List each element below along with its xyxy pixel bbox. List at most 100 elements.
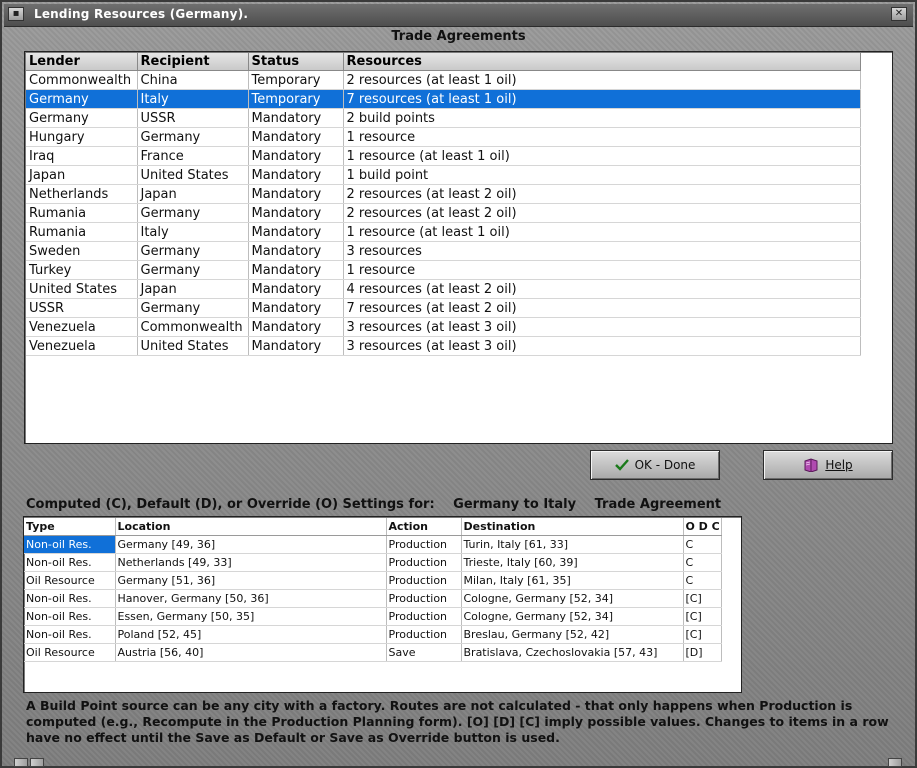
- settings-cell-destination[interactable]: Cologne, Germany [52, 34]: [461, 589, 684, 608]
- trade-row[interactable]: Rumania Italy Mandatory 1 resource (at leas…: [26, 222, 861, 242]
- trade-row[interactable]: Rumania Germany Mandatory 2 resources (at l…: [26, 203, 861, 223]
- settings-cell-type[interactable]: Non-oil Res.: [24, 589, 116, 608]
- settings-cell-action[interactable]: Production: [386, 589, 462, 608]
- trade-cell-lender[interactable]: Japan: [26, 165, 138, 185]
- trade-row[interactable]: Germany Italy Temporary 7 resources (at lea…: [26, 89, 861, 109]
- trade-cell-status[interactable]: Mandatory: [248, 317, 344, 337]
- title-bar[interactable]: ▪ Lending Resources (Germany). ✕: [4, 4, 913, 27]
- trade-cell-status[interactable]: Mandatory: [248, 108, 344, 128]
- column-header-lender[interactable]: Lender: [26, 53, 138, 71]
- settings-cell-type[interactable]: Non-oil Res.: [24, 535, 116, 554]
- settings-cell-location[interactable]: Hanover, Germany [50, 36]: [115, 589, 387, 608]
- trade-cell-lender[interactable]: United States: [26, 279, 138, 299]
- settings-cell-location[interactable]: Poland [52, 45]: [115, 625, 387, 644]
- settings-cell-type[interactable]: Oil Resource: [24, 643, 116, 662]
- column-header-status[interactable]: Status: [248, 53, 344, 71]
- trade-cell-status[interactable]: Mandatory: [248, 165, 344, 185]
- settings-cell-destination[interactable]: Trieste, Italy [60, 39]: [461, 553, 684, 572]
- trade-cell-resources[interactable]: 7 resources (at least 1 oil): [343, 89, 861, 109]
- settings-cell-action[interactable]: Production: [386, 607, 462, 626]
- trade-cell-resources[interactable]: 3 resources: [343, 241, 861, 261]
- trade-cell-lender[interactable]: Germany: [26, 108, 138, 128]
- resize-grip-right[interactable]: [888, 758, 902, 767]
- trade-cell-lender[interactable]: Venezuela: [26, 336, 138, 356]
- settings-cell-location[interactable]: Netherlands [49, 33]: [115, 553, 387, 572]
- trade-row[interactable]: Venezuela United States Mandatory 3 resourc…: [26, 336, 861, 356]
- settings-cell-odc[interactable]: [D]: [683, 643, 722, 662]
- trade-cell-resources[interactable]: 1 resource (at least 1 oil): [343, 146, 861, 166]
- settings-cell-action[interactable]: Production: [386, 571, 462, 590]
- settings-row[interactable]: Non-oil Res. Hanover, Germany [50, 36] Pro…: [24, 589, 722, 608]
- trade-cell-lender[interactable]: Turkey: [26, 260, 138, 280]
- settings-cell-odc[interactable]: [C]: [683, 625, 722, 644]
- trade-cell-status[interactable]: Mandatory: [248, 298, 344, 318]
- trade-cell-recipient[interactable]: USSR: [137, 108, 249, 128]
- settings-cell-odc[interactable]: [C]: [683, 589, 722, 608]
- trade-cell-recipient[interactable]: Italy: [137, 89, 249, 109]
- settings-row[interactable]: Non-oil Res. Germany [49, 36] Production Tu…: [24, 535, 722, 554]
- trade-row[interactable]: USSR Germany Mandatory 7 resources (at leas…: [26, 298, 861, 318]
- settings-cell-destination[interactable]: Milan, Italy [61, 35]: [461, 571, 684, 590]
- settings-cell-action[interactable]: Production: [386, 553, 462, 572]
- close-icon[interactable]: ✕: [891, 7, 907, 21]
- trade-cell-resources[interactable]: 2 resources (at least 1 oil): [343, 70, 861, 90]
- trade-cell-recipient[interactable]: Japan: [137, 184, 249, 204]
- trade-cell-recipient[interactable]: Japan: [137, 279, 249, 299]
- column-header-type[interactable]: Type: [24, 518, 116, 536]
- settings-row[interactable]: Non-oil Res. Poland [52, 45] Production Bre…: [24, 625, 722, 644]
- settings-cell-location[interactable]: Germany [51, 36]: [115, 571, 387, 590]
- trade-cell-status[interactable]: Temporary: [248, 70, 344, 90]
- trade-cell-status[interactable]: Mandatory: [248, 279, 344, 299]
- trade-row[interactable]: Japan United States Mandatory 1 build point: [26, 165, 861, 185]
- column-header-odc[interactable]: O D C: [683, 518, 722, 536]
- settings-cell-type[interactable]: Non-oil Res.: [24, 553, 116, 572]
- settings-cell-type[interactable]: Oil Resource: [24, 571, 116, 590]
- ok-done-button[interactable]: OK - Done: [590, 450, 720, 480]
- settings-row[interactable]: Non-oil Res. Essen, Germany [50, 35] Produ…: [24, 607, 722, 626]
- trade-cell-resources[interactable]: 1 resource (at least 1 oil): [343, 222, 861, 242]
- trade-cell-recipient[interactable]: Italy: [137, 222, 249, 242]
- trade-row[interactable]: Iraq France Mandatory 1 resource (at least …: [26, 146, 861, 166]
- trade-cell-recipient[interactable]: Germany: [137, 203, 249, 223]
- trade-cell-status[interactable]: Mandatory: [248, 222, 344, 242]
- help-button[interactable]: Help: [763, 450, 893, 480]
- trade-cell-status[interactable]: Mandatory: [248, 241, 344, 261]
- settings-cell-odc[interactable]: C: [683, 535, 722, 554]
- column-header-destination[interactable]: Destination: [461, 518, 684, 536]
- trade-cell-status[interactable]: Mandatory: [248, 184, 344, 204]
- settings-cell-action[interactable]: Production: [386, 535, 462, 554]
- trade-row[interactable]: Commonwealth China Temporary 2 resources (a…: [26, 70, 861, 90]
- settings-cell-destination[interactable]: Bratislava, Czechoslovakia [57, 43]: [461, 643, 684, 662]
- settings-row[interactable]: Non-oil Res. Netherlands [49, 33] Producti…: [24, 553, 722, 572]
- trade-cell-recipient[interactable]: Germany: [137, 241, 249, 261]
- trade-cell-recipient[interactable]: Germany: [137, 127, 249, 147]
- trade-cell-resources[interactable]: 2 resources (at least 2 oil): [343, 203, 861, 223]
- trade-row[interactable]: Hungary Germany Mandatory 1 resource: [26, 127, 861, 147]
- trade-cell-lender[interactable]: USSR: [26, 298, 138, 318]
- settings-cell-destination[interactable]: Breslau, Germany [52, 42]: [461, 625, 684, 644]
- settings-row[interactable]: Oil Resource Austria [56, 40] Save Bratisla…: [24, 643, 722, 662]
- settings-cell-odc[interactable]: [C]: [683, 607, 722, 626]
- settings-row[interactable]: Oil Resource Germany [51, 36] Production Mi…: [24, 571, 722, 590]
- trade-cell-recipient[interactable]: China: [137, 70, 249, 90]
- trade-cell-status[interactable]: Mandatory: [248, 336, 344, 356]
- settings-cell-location[interactable]: Austria [56, 40]: [115, 643, 387, 662]
- settings-cell-type[interactable]: Non-oil Res.: [24, 607, 116, 626]
- trade-cell-recipient[interactable]: France: [137, 146, 249, 166]
- resize-grip-left-2[interactable]: [30, 758, 44, 767]
- trade-cell-resources[interactable]: 3 resources (at least 3 oil): [343, 317, 861, 337]
- settings-cell-action[interactable]: Save: [386, 643, 462, 662]
- settings-cell-odc[interactable]: C: [683, 571, 722, 590]
- settings-cell-destination[interactable]: Turin, Italy [61, 33]: [461, 535, 684, 554]
- trade-row[interactable]: United States Japan Mandatory 4 resources (…: [26, 279, 861, 299]
- trade-row[interactable]: Sweden Germany Mandatory 3 resources: [26, 241, 861, 261]
- trade-cell-recipient[interactable]: Germany: [137, 298, 249, 318]
- trade-cell-status[interactable]: Mandatory: [248, 127, 344, 147]
- column-header-action[interactable]: Action: [386, 518, 462, 536]
- trade-cell-lender[interactable]: Iraq: [26, 146, 138, 166]
- column-header-location[interactable]: Location: [115, 518, 387, 536]
- trade-cell-lender[interactable]: Netherlands: [26, 184, 138, 204]
- column-header-recipient[interactable]: Recipient: [137, 53, 249, 71]
- trade-cell-resources[interactable]: 2 resources (at least 2 oil): [343, 184, 861, 204]
- trade-cell-lender[interactable]: Sweden: [26, 241, 138, 261]
